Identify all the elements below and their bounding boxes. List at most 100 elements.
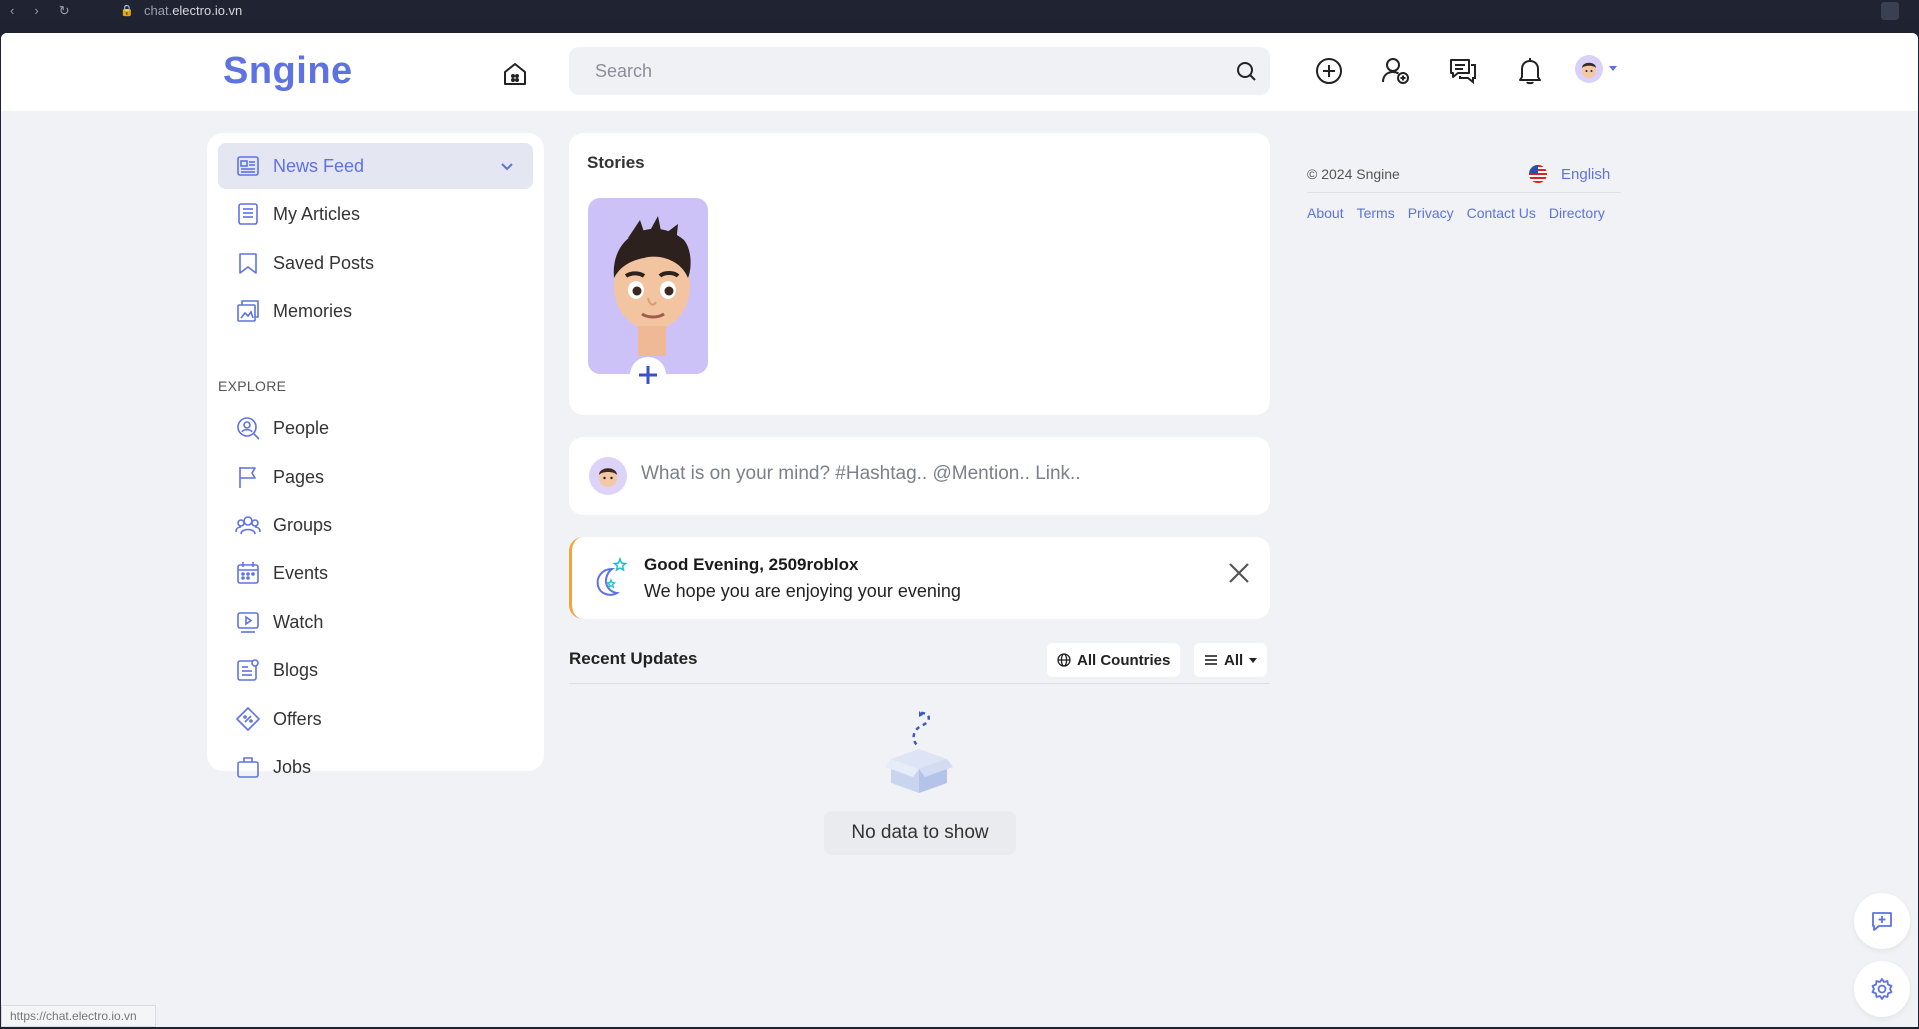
close-icon[interactable] [1226,560,1252,586]
memoji-avatar-icon [613,216,691,356]
moon-stars-icon [596,556,628,596]
sidebar-item-label: Watch [273,612,324,632]
greeting-message: We hope you are enjoying your evening [644,581,961,601]
chat-plus-icon [1872,912,1892,931]
reload-icon[interactable]: ↻ [59,3,70,19]
search-bar [569,47,1270,95]
stories-card: Stories [569,133,1270,415]
site-logo[interactable]: Sngine [223,50,353,93]
search-icon[interactable] [1234,59,1258,83]
footer-link-contact[interactable]: Contact Us [1467,205,1536,221]
type-filter-dropdown[interactable]: All [1194,643,1268,677]
article-icon [238,203,258,225]
composer-placeholder[interactable]: What is on your mind? #Hashtag.. @Mentio… [641,463,1081,485]
sidebar-item-label: Memories [273,301,353,321]
stories-title: Stories [587,153,645,172]
menu-icon[interactable] [1851,2,1869,20]
add-story-button[interactable] [630,357,666,393]
bookmark-icon [239,253,257,274]
create-story-tile[interactable] [588,198,708,374]
camera-icon[interactable] [1671,2,1689,20]
blog-icon [237,659,259,681]
messages-icon[interactable] [1447,55,1479,87]
footer-link-directory[interactable]: Directory [1549,205,1605,221]
profile-icon[interactable] [1881,2,1899,20]
notifications-bell-icon[interactable] [1514,55,1546,87]
greeting-title: Good Evening, 2509roblox [644,555,859,574]
post-composer[interactable]: What is on your mind? #Hashtag.. @Mentio… [569,437,1270,515]
settings-button[interactable] [1854,961,1910,1017]
sidebar-item-blogs[interactable]: Blogs [218,647,533,693]
footer-link-about[interactable]: About [1307,205,1344,221]
home-icon[interactable] [500,59,530,89]
heart-icon[interactable] [1761,2,1779,20]
friend-requests-icon[interactable] [1380,55,1412,87]
footer-links: About Terms Privacy Contact Us Directory [1307,205,1605,221]
user-avatar[interactable] [1575,55,1603,83]
url-host: chat. [144,3,173,18]
status-bar-url: https://chat.electro.io.vn [1,1005,156,1027]
sidebar-item-pages[interactable]: Pages [218,454,533,500]
lock-icon: 🔒 [120,5,134,17]
create-plus-icon[interactable] [1313,55,1345,87]
sidebar-item-label: Blogs [273,660,319,680]
us-flag-icon [1529,165,1547,183]
dropdown-caret-icon [1249,657,1258,663]
photos-icon [237,300,259,322]
sidebar-item-label: Pages [273,467,325,487]
copyright-text: © 2024 Sngine [1307,166,1400,182]
forward-icon[interactable]: › [34,3,38,19]
composer-avatar [589,457,627,495]
sidebar-item-my-articles[interactable]: My Articles [218,191,533,237]
download-icon[interactable] [1791,2,1809,20]
sidebar-item-label: Offers [273,709,322,729]
zoom-icon[interactable] [1611,2,1629,20]
sidebar-item-groups[interactable]: Groups [218,502,533,548]
plus-icon [639,366,657,384]
back-icon[interactable]: ‹ [10,3,14,19]
briefcase-icon [237,757,259,778]
shield-icon[interactable] [1701,2,1719,20]
people-search-icon [237,417,260,440]
sidebar-item-label: My Articles [273,204,361,224]
recent-updates-title: Recent Updates [569,649,698,668]
user-menu-caret-icon[interactable] [1609,66,1617,71]
gear-icon [1871,978,1893,1000]
empty-state-text: No data to show [851,822,989,843]
sidebar-item-jobs[interactable]: Jobs [218,744,533,790]
language-selector[interactable]: English [1529,165,1610,183]
chevron-down-icon[interactable] [499,158,515,174]
sidebar-icon[interactable] [1821,2,1839,20]
empty-box-icon [885,711,953,793]
new-chat-button[interactable] [1854,893,1910,949]
edit-icon[interactable] [1641,2,1659,20]
play-icon[interactable] [1731,2,1749,20]
footer-link-terms[interactable]: Terms [1357,205,1395,221]
recent-divider [569,683,1270,684]
address-bar[interactable]: chat.electro.io.vn [144,3,242,18]
explore-section-title: EXPLORE [218,378,287,394]
sidebar-item-people[interactable]: People [218,405,533,451]
sidebar-item-watch[interactable]: Watch [218,599,533,645]
sidebar-item-memories[interactable]: Memories [218,288,533,334]
sidebar-item-saved-posts[interactable]: Saved Posts [218,240,533,286]
language-label: English [1561,165,1611,183]
browser-extensions [1611,2,1899,20]
footer-link-privacy[interactable]: Privacy [1408,205,1454,221]
greeting-card: Good Evening, 2509roblox We hope you are… [569,537,1270,619]
groups-icon [235,516,261,535]
globe-icon [1057,653,1071,667]
sidebar-item-label: Events [273,563,329,583]
list-icon [1205,655,1217,665]
search-input[interactable] [595,59,1195,83]
video-play-icon [237,612,259,633]
avatar-face-icon [599,468,617,487]
sidebar-item-news-feed[interactable]: News Feed [218,143,533,189]
page-viewport: Sngine Search News Feed My Articles Save… [1,33,1918,1027]
country-filter-button[interactable]: All Countries [1047,643,1181,677]
sidebar-item-offers[interactable]: Offers [218,696,533,742]
sidebar-item-events[interactable]: Events [218,550,533,596]
sidebar-item-label: Jobs [273,757,312,777]
type-filter-label: All [1224,651,1244,669]
country-filter-label: All Countries [1077,651,1171,669]
